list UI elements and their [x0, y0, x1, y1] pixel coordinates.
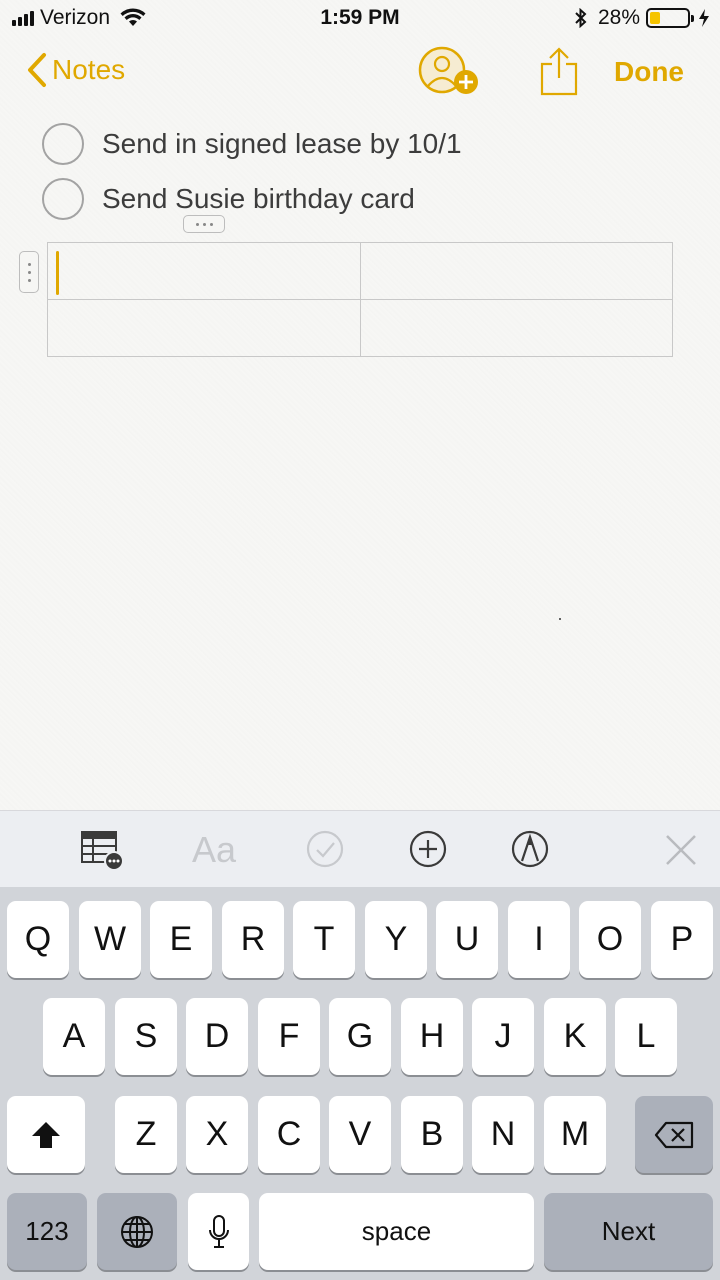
- chevron-left-icon: [28, 53, 46, 87]
- checklist-item: Send in signed lease by 10/1: [42, 123, 462, 165]
- back-button[interactable]: Notes: [26, 52, 125, 88]
- key-j[interactable]: J: [472, 998, 534, 1075]
- checklist-button[interactable]: [305, 829, 345, 874]
- key-v[interactable]: V: [329, 1096, 391, 1173]
- key-g[interactable]: G: [329, 998, 391, 1075]
- note-table: [47, 242, 673, 357]
- table-row: [47, 299, 673, 357]
- battery-percent: 28%: [597, 6, 640, 29]
- globe-key[interactable]: [97, 1193, 177, 1270]
- globe-icon: [121, 1215, 153, 1248]
- space-key[interactable]: space: [259, 1193, 534, 1270]
- shift-key[interactable]: [7, 1096, 85, 1173]
- microphone-icon: [208, 1214, 229, 1248]
- format-toolbar: Aa: [0, 810, 720, 887]
- text-format-button[interactable]: Aa: [192, 829, 236, 871]
- key-p[interactable]: P: [651, 901, 713, 978]
- key-z[interactable]: Z: [115, 1096, 177, 1173]
- key-c[interactable]: C: [258, 1096, 320, 1173]
- key-h[interactable]: H: [401, 998, 463, 1075]
- add-people-button[interactable]: [418, 46, 482, 98]
- key-u[interactable]: U: [436, 901, 498, 978]
- key-l[interactable]: L: [615, 998, 677, 1075]
- table-cell[interactable]: [47, 299, 361, 357]
- status-right: 28%: [574, 6, 710, 30]
- key-r[interactable]: R: [222, 901, 284, 978]
- checklist-item-text[interactable]: Send Susie birthday card: [102, 183, 415, 215]
- add-button[interactable]: [408, 829, 448, 874]
- key-d[interactable]: D: [186, 998, 248, 1075]
- numbers-key[interactable]: 123: [7, 1193, 87, 1270]
- markup-button[interactable]: [510, 829, 550, 874]
- next-key[interactable]: Next: [544, 1193, 713, 1270]
- add-people-icon: [418, 46, 478, 94]
- close-toolbar-button[interactable]: [664, 833, 698, 872]
- done-button[interactable]: Done: [614, 56, 684, 88]
- add-icon: [409, 830, 447, 868]
- charging-bolt-icon: [699, 9, 709, 27]
- checklist-item: Send Susie birthday card: [42, 178, 415, 220]
- checkbox[interactable]: [42, 123, 84, 165]
- key-b[interactable]: B: [401, 1096, 463, 1173]
- row-handle[interactable]: [19, 251, 39, 293]
- share-button[interactable]: [538, 46, 580, 98]
- key-x[interactable]: X: [186, 1096, 248, 1173]
- checkbox[interactable]: [42, 178, 84, 220]
- speck: [559, 618, 561, 620]
- table-cell[interactable]: [47, 242, 361, 300]
- table-row: [47, 242, 673, 300]
- table-cell[interactable]: [359, 299, 673, 357]
- key-n[interactable]: N: [472, 1096, 534, 1173]
- keyboard: Q W E R T Y U I O P A S D F G H J K L Z …: [0, 887, 720, 1280]
- share-icon: [540, 47, 578, 96]
- key-t[interactable]: T: [293, 901, 355, 978]
- key-s[interactable]: S: [115, 998, 177, 1075]
- table-icon: [81, 831, 124, 871]
- battery-fill: [650, 12, 660, 24]
- table-cell[interactable]: [359, 242, 673, 300]
- key-a[interactable]: A: [43, 998, 105, 1075]
- checklist-item-text[interactable]: Send in signed lease by 10/1: [102, 128, 462, 160]
- markup-icon: [511, 830, 549, 868]
- bluetooth-icon: [575, 8, 587, 28]
- key-e[interactable]: E: [150, 901, 212, 978]
- text-caret: [56, 251, 59, 295]
- close-icon: [666, 835, 696, 865]
- key-y[interactable]: Y: [365, 901, 427, 978]
- checklist-icon: [306, 830, 344, 868]
- key-m[interactable]: M: [544, 1096, 606, 1173]
- status-bar: Verizon 1:59 PM 28%: [0, 0, 720, 38]
- delete-key[interactable]: [635, 1096, 713, 1173]
- shift-icon: [32, 1121, 60, 1148]
- key-k[interactable]: K: [544, 998, 606, 1075]
- key-q[interactable]: Q: [7, 901, 69, 978]
- key-w[interactable]: W: [79, 901, 141, 978]
- column-handle[interactable]: [183, 215, 225, 233]
- notes-screen: Verizon 1:59 PM 28% Notes Done Send in s…: [0, 0, 720, 1280]
- key-o[interactable]: O: [579, 901, 641, 978]
- battery-icon: [646, 8, 694, 28]
- back-label: Notes: [52, 54, 126, 85]
- key-f[interactable]: F: [258, 998, 320, 1075]
- dictation-key[interactable]: [188, 1193, 249, 1270]
- key-i[interactable]: I: [508, 901, 570, 978]
- table-button[interactable]: [80, 829, 126, 876]
- backspace-icon: [654, 1121, 694, 1148]
